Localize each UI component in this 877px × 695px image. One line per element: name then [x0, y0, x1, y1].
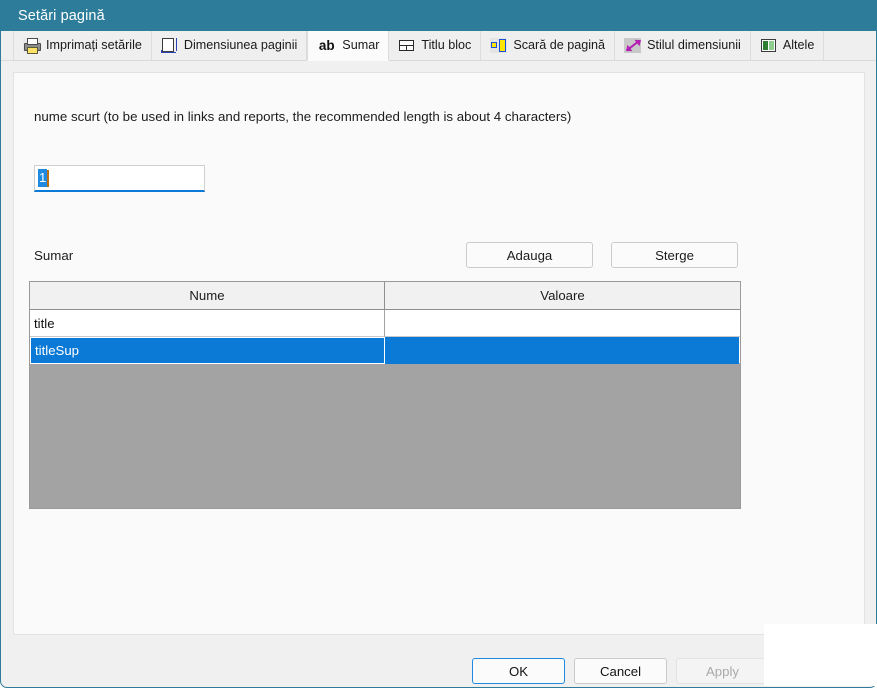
tab-dimension-style[interactable]: Stilul dimensiunii: [615, 31, 751, 60]
ok-button[interactable]: OK: [472, 658, 565, 684]
page-size-icon: [160, 38, 178, 53]
short-name-value: 1: [38, 169, 48, 187]
tab-label: Altele: [782, 38, 815, 53]
tab-summary[interactable]: ab Sumar: [307, 31, 390, 61]
table-cell-name[interactable]: title: [30, 310, 385, 337]
table-header-row: Nume Valoare: [30, 282, 740, 310]
dialog-title: Setări pagină: [18, 7, 105, 24]
short-name-input[interactable]: 1: [34, 165, 205, 192]
tab-bar: Imprimați setările Dimensiunea paginii a…: [1, 31, 876, 61]
add-button[interactable]: Adauga: [466, 242, 593, 268]
page-setup-dialog: Setări pagină Imprimați setările Dimensi…: [0, 0, 877, 688]
tab-label: Imprimați setările: [46, 38, 142, 53]
text-caret: [47, 169, 49, 187]
tab-page-scale[interactable]: Scară de pagină: [481, 31, 616, 60]
table-cell-value[interactable]: [385, 310, 740, 337]
short-name-description: nume scurt (to be used in links and repo…: [34, 109, 572, 124]
page-scale-icon: [490, 38, 508, 53]
table-cell-name[interactable]: titleSup: [30, 337, 385, 364]
delete-button[interactable]: Sterge: [611, 242, 738, 268]
cancel-button[interactable]: Cancel: [574, 658, 667, 684]
tab-label: Stilul dimensiunii: [647, 38, 741, 53]
table-header-name[interactable]: Nume: [30, 282, 385, 309]
printer-icon: [23, 38, 41, 54]
tab-label: Sumar: [342, 38, 380, 53]
title-block-icon: [398, 38, 415, 53]
summary-section-label: Sumar: [34, 248, 74, 263]
table-row[interactable]: titleSup: [30, 337, 740, 364]
dimension-style-icon: [623, 38, 642, 55]
others-image-icon: [760, 38, 777, 53]
apply-button: Apply: [676, 658, 769, 684]
tab-label: Dimensiunea paginii: [183, 38, 298, 53]
desktop-background-strip: [0, 688, 877, 695]
tab-label: Titlu bloc: [421, 38, 472, 53]
dialog-titlebar: Setări pagină: [1, 0, 876, 31]
tab-content-panel: nume scurt (to be used in links and repo…: [13, 72, 865, 635]
ab-text-icon: ab: [318, 38, 335, 53]
table-row[interactable]: title: [30, 310, 740, 337]
table-cell-value[interactable]: [385, 337, 740, 364]
summary-table: Nume Valoare title titleSup: [29, 281, 741, 509]
occluding-window-overlay: [764, 624, 877, 686]
tab-page-size[interactable]: Dimensiunea paginii: [152, 31, 308, 60]
tab-label: Scară de pagină: [513, 38, 606, 53]
table-header-value[interactable]: Valoare: [385, 282, 740, 309]
tab-print-settings[interactable]: Imprimați setările: [13, 31, 152, 60]
tab-others[interactable]: Altele: [751, 31, 825, 60]
tab-title-block[interactable]: Titlu bloc: [389, 31, 482, 60]
